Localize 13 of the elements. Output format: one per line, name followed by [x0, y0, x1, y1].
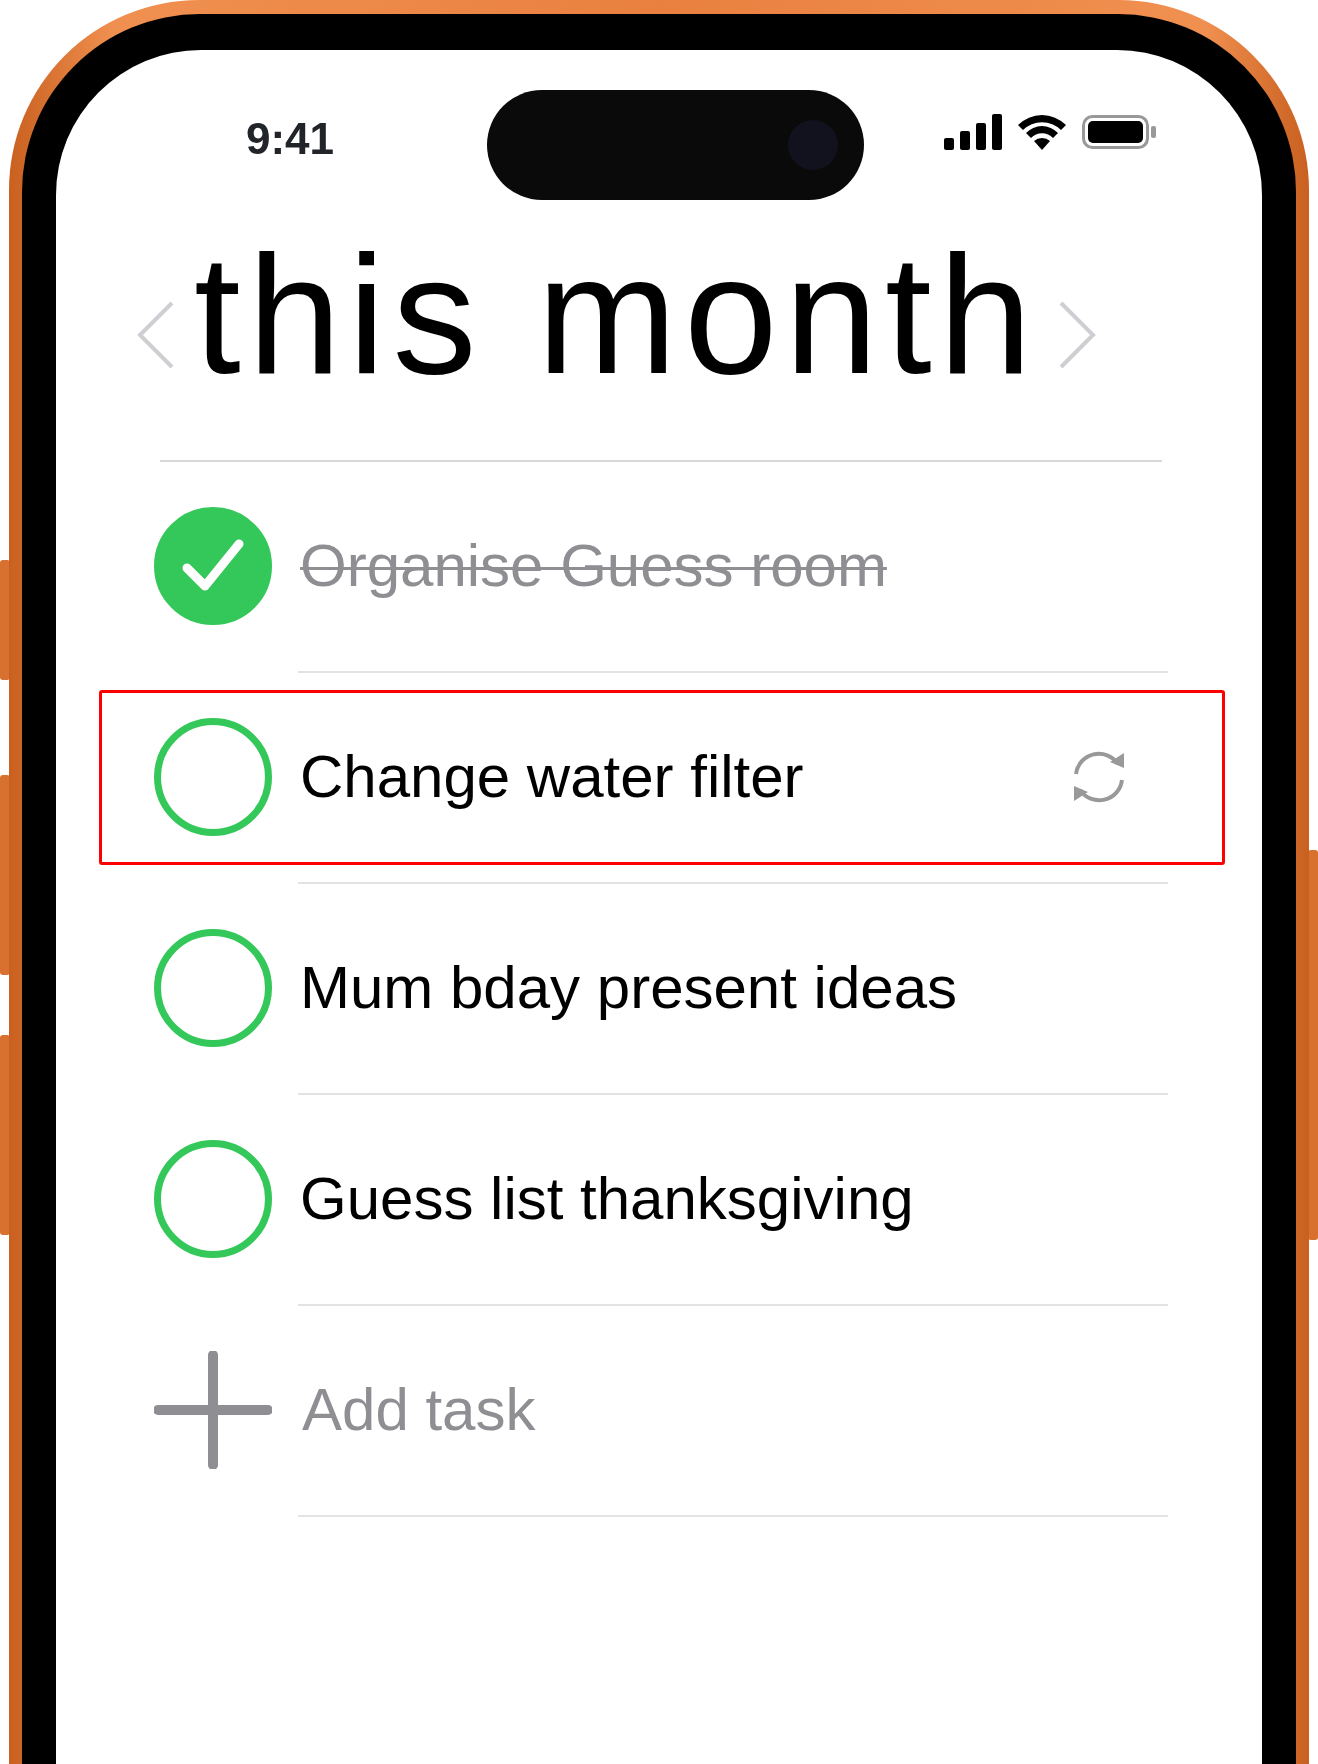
status-time: 9:41: [244, 113, 336, 165]
wifi-icon: [1018, 114, 1066, 150]
signal-icon: [944, 114, 1002, 150]
plus-icon[interactable]: [154, 1351, 272, 1469]
battery-icon: [1082, 115, 1156, 149]
page-title: this month: [194, 231, 1040, 411]
next-button[interactable]: [1057, 300, 1098, 370]
previous-button[interactable]: [136, 300, 176, 370]
task-text: Change water filter: [300, 742, 804, 812]
task-text: Organise Guess room: [300, 531, 887, 601]
task-text: Guess list thanksgiving: [300, 1164, 914, 1234]
add-task-field[interactable]: Add task: [300, 1364, 900, 1456]
task-text: Mum bday present ideas: [300, 953, 957, 1023]
